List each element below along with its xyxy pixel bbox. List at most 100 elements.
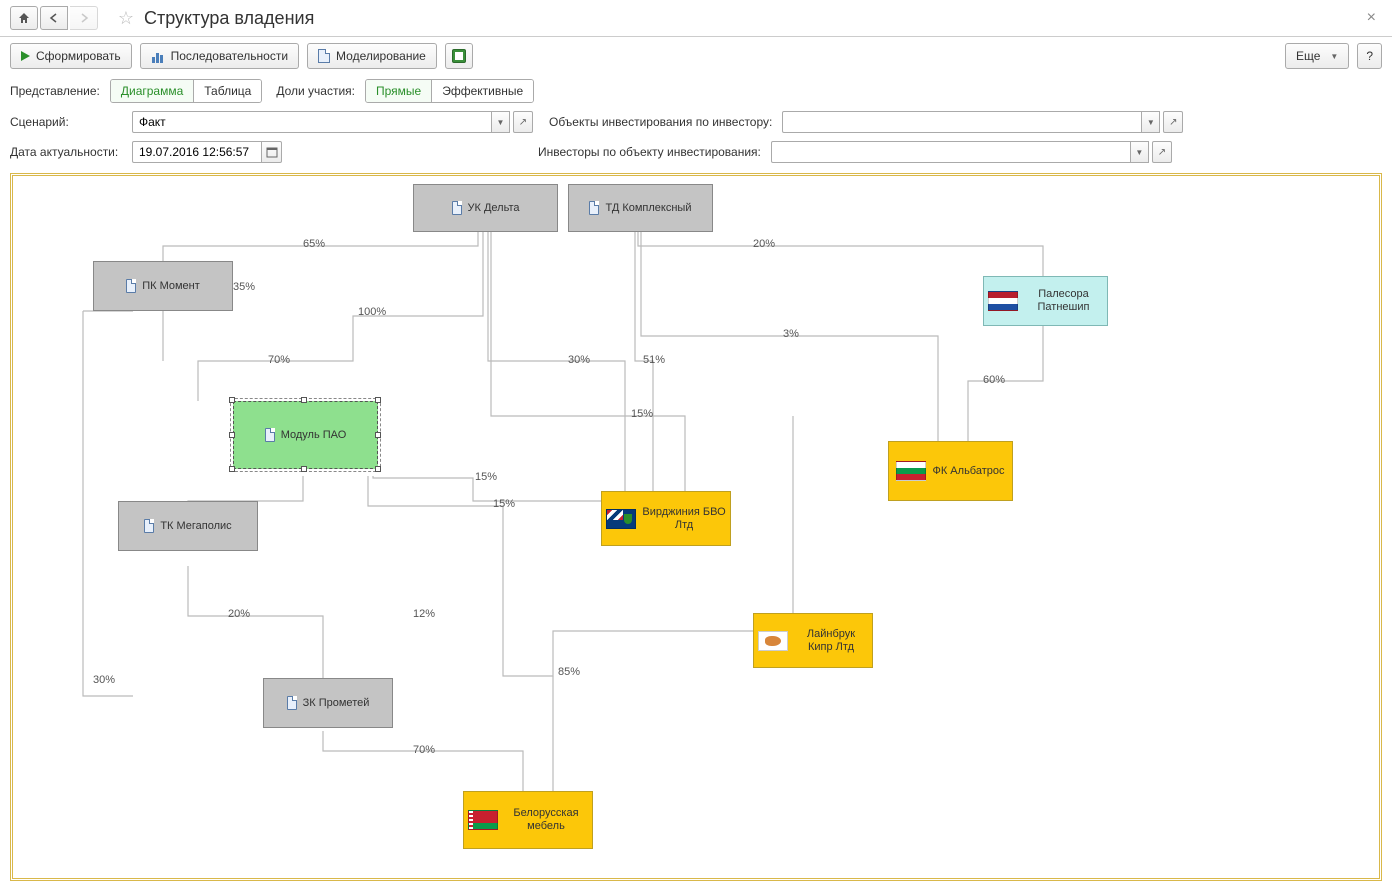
edge-85: 85%: [558, 666, 580, 678]
toolbar: Сформировать Последовательности Моделиро…: [0, 37, 1392, 75]
edge-60: 60%: [983, 374, 1005, 386]
node-lainbruk[interactable]: Лайнбрук Кипр Лтд: [753, 613, 873, 668]
nav-group: [40, 6, 100, 30]
flag-bvi-icon: [606, 509, 636, 529]
node-bel-mebel[interactable]: Белорусская мебель: [463, 791, 593, 849]
date-label: Дата актуальности:: [10, 145, 122, 159]
flag-cyprus-icon: [758, 631, 788, 651]
node-label: ТД Комплексный: [605, 202, 691, 215]
objects-by-investor-open[interactable]: ↗: [1163, 111, 1183, 133]
back-button[interactable]: [40, 6, 68, 30]
edge-15c: 15%: [493, 498, 515, 510]
edge-20b: 20%: [228, 608, 250, 620]
node-label: Белорусская мебель: [504, 807, 588, 832]
diagram-canvas[interactable]: 65% 35% 20% 100% 70% 30% 51% 3% 60% 15% …: [10, 173, 1382, 881]
shares-effective-tab[interactable]: Эффективные: [432, 80, 533, 102]
scenario-combo: ▼ ↗: [132, 111, 533, 133]
form-button[interactable]: Сформировать: [10, 43, 132, 69]
edge-15a: 15%: [631, 408, 653, 420]
node-label: Палесора Патнешип: [1024, 288, 1103, 313]
edge-65: 65%: [303, 238, 325, 250]
investors-by-object-input[interactable]: [771, 141, 1131, 163]
more-button[interactable]: Еще: [1285, 43, 1349, 69]
objects-by-investor-combo: ▼ ↗: [782, 111, 1183, 133]
objects-by-investor-input[interactable]: [782, 111, 1142, 133]
node-virginia-bvo[interactable]: Вирджиния БВО Лтд: [601, 491, 731, 546]
view-table-tab[interactable]: Таблица: [194, 80, 261, 102]
node-palesora[interactable]: Палесора Патнешип: [983, 276, 1108, 326]
edge-70: 70%: [268, 354, 290, 366]
edge-15b: 15%: [475, 471, 497, 483]
document-icon: [287, 696, 297, 710]
node-label: ЗК Прометей: [303, 697, 370, 710]
node-tk-megapolis[interactable]: ТК Мегаполис: [118, 501, 258, 551]
node-modul-pao[interactable]: Модуль ПАО: [233, 401, 378, 469]
flag-bulgaria-icon: [896, 461, 926, 481]
view-segment: Диаграмма Таблица: [110, 79, 262, 103]
document-icon: [589, 201, 599, 215]
resize-handle[interactable]: [301, 397, 307, 403]
close-button[interactable]: ×: [1361, 9, 1382, 27]
filter-row-3: Дата актуальности: Инвесторы по объекту …: [0, 137, 1392, 167]
objects-by-investor-dropdown[interactable]: ▼: [1142, 111, 1160, 133]
node-pk-moment[interactable]: ПК Момент: [93, 261, 233, 311]
investors-by-object-dropdown[interactable]: ▼: [1131, 141, 1149, 163]
modeling-button-label: Моделирование: [336, 49, 426, 63]
investors-by-object-combo: ▼ ↗: [771, 141, 1172, 163]
objects-by-investor-label: Объекты инвестирования по инвестору:: [549, 115, 772, 129]
chart-icon: [151, 49, 165, 63]
more-button-label: Еще: [1296, 49, 1320, 63]
calendar-button[interactable]: [262, 141, 282, 163]
modeling-button[interactable]: Моделирование: [307, 43, 437, 69]
scenario-open[interactable]: ↗: [513, 111, 533, 133]
node-label: Лайнбрук Кипр Лтд: [794, 628, 868, 653]
date-input[interactable]: [132, 141, 262, 163]
app-window: ☆ Структура владения × Сформировать Посл…: [0, 0, 1392, 891]
home-button[interactable]: [10, 6, 38, 30]
flag-belarus-icon: [468, 810, 498, 830]
play-icon: [21, 51, 30, 61]
page-title: Структура владения: [144, 8, 1361, 29]
canvas-wrap: 65% 35% 20% 100% 70% 30% 51% 3% 60% 15% …: [0, 167, 1392, 891]
sequences-button[interactable]: Последовательности: [140, 43, 299, 69]
filter-row-2: Сценарий: ▼ ↗ Объекты инвестирования по …: [0, 107, 1392, 137]
scenario-dropdown[interactable]: ▼: [492, 111, 510, 133]
view-diagram-tab[interactable]: Диаграмма: [111, 80, 194, 102]
resize-handle[interactable]: [375, 432, 381, 438]
document-icon: [452, 201, 462, 215]
node-fk-albatros[interactable]: ФК Альбатрос: [888, 441, 1013, 501]
form-button-label: Сформировать: [36, 49, 121, 63]
book-icon: [452, 49, 466, 63]
edge-51: 51%: [643, 354, 665, 366]
node-label: Модуль ПАО: [281, 429, 347, 442]
edge-30b: 30%: [93, 674, 115, 686]
reference-button[interactable]: [445, 43, 473, 69]
resize-handle[interactable]: [375, 466, 381, 472]
edge-20: 20%: [753, 238, 775, 250]
document-icon: [126, 279, 136, 293]
favorite-button[interactable]: ☆: [114, 6, 138, 30]
titlebar: ☆ Структура владения ×: [0, 0, 1392, 37]
node-td-kompleksny[interactable]: ТД Комплексный: [568, 184, 713, 232]
document-icon: [144, 519, 154, 533]
filter-row-1: Представление: Диаграмма Таблица Доли уч…: [0, 75, 1392, 107]
scenario-input[interactable]: [132, 111, 492, 133]
shares-direct-tab[interactable]: Прямые: [366, 80, 432, 102]
help-button[interactable]: ?: [1357, 43, 1382, 69]
investors-by-object-label: Инвесторы по объекту инвестирования:: [538, 145, 761, 159]
resize-handle[interactable]: [229, 432, 235, 438]
node-label: Вирджиния БВО Лтд: [642, 506, 726, 531]
forward-button[interactable]: [70, 6, 98, 30]
node-label: ТК Мегаполис: [160, 520, 231, 533]
node-label: ФК Альбатрос: [932, 465, 1004, 478]
document-icon: [318, 49, 330, 63]
resize-handle[interactable]: [301, 466, 307, 472]
resize-handle[interactable]: [375, 397, 381, 403]
resize-handle[interactable]: [229, 466, 235, 472]
resize-handle[interactable]: [229, 397, 235, 403]
investors-by-object-open[interactable]: ↗: [1152, 141, 1172, 163]
node-uk-delta[interactable]: УК Дельта: [413, 184, 558, 232]
node-zk-prometey[interactable]: ЗК Прометей: [263, 678, 393, 728]
node-label: ПК Момент: [142, 280, 200, 293]
edge-3: 3%: [783, 328, 799, 340]
